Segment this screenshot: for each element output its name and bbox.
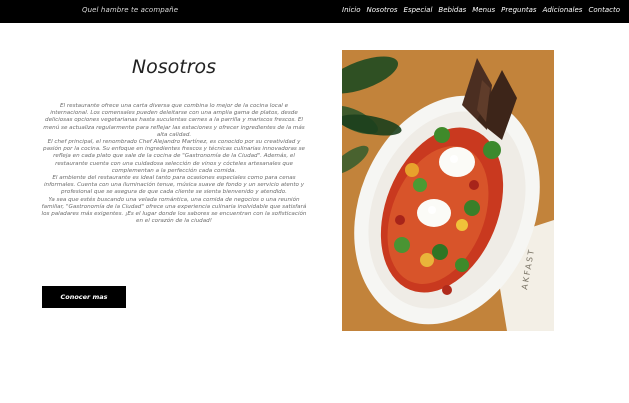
about-text: El restaurante ofrece una carta diversa … <box>40 103 308 225</box>
food-photo-illustration: AKFAST <box>342 50 554 331</box>
nav-link-bebidas[interactable]: Bebidas <box>438 6 466 14</box>
nav-link-menus[interactable]: Menus <box>472 6 495 14</box>
about-paragraph: El restaurante ofrece una carta diversa … <box>43 103 305 138</box>
about-paragraph: Ya sea que estés buscando una velada rom… <box>41 196 307 225</box>
learn-more-button[interactable]: Conocer mas <box>42 286 126 308</box>
main-nav: Inicio Nosotros Especial Bebidas Menus P… <box>342 6 620 14</box>
egg <box>439 147 475 177</box>
about-paragraph: El ambiente del restaurante es ideal tan… <box>43 175 305 196</box>
nav-link-especial[interactable]: Especial <box>404 6 433 14</box>
nav-link-adicionales[interactable]: Adicionales <box>543 6 583 14</box>
top-navbar: Quel hambre te acompañe Inicio Nosotros … <box>0 0 629 23</box>
nav-link-preguntas[interactable]: Preguntas <box>501 6 536 14</box>
nav-link-nosotros[interactable]: Nosotros <box>367 6 398 14</box>
nav-link-contacto[interactable]: Contacto <box>588 6 620 14</box>
section-title: Nosotros <box>131 56 217 78</box>
brand-tagline: Quel hambre te acompañe <box>82 6 179 14</box>
food-photo: AKFAST <box>342 50 554 331</box>
nav-link-inicio[interactable]: Inicio <box>342 6 361 14</box>
about-paragraph: El chef principal, el renombrado Chef Al… <box>43 139 305 174</box>
